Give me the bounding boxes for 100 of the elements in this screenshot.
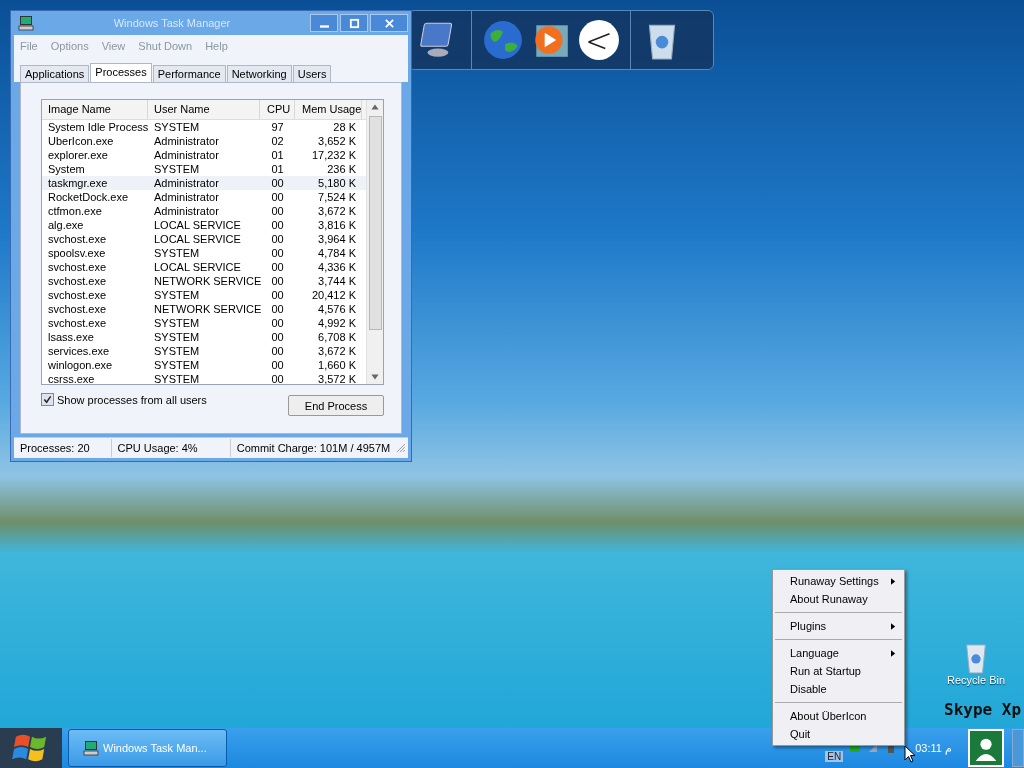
- process-row[interactable]: System Idle Process SYSTEM 97 28 K: [42, 120, 366, 134]
- table-cell-text: 4,336 K: [317, 260, 357, 274]
- table-cell-text: SYSTEM: [153, 330, 201, 344]
- window-title: Windows Task Manager: [112, 17, 232, 29]
- menu-item[interactable]: Quit: [773, 725, 904, 743]
- tab[interactable]: Processes: [90, 63, 152, 83]
- menu-item[interactable]: Disable: [773, 680, 904, 698]
- globe-icon[interactable]: [482, 19, 524, 61]
- table-cell-text: Administrator: [153, 176, 220, 190]
- table-cell-text: lsass.exe: [47, 330, 95, 344]
- table-cell-text: svchost.exe: [47, 316, 108, 330]
- computer-icon: [83, 740, 99, 756]
- close-button[interactable]: [370, 14, 408, 32]
- table-cell-text: svchost.exe: [47, 288, 108, 302]
- table-cell-text: 01: [270, 148, 285, 162]
- minimize-icon: [319, 24, 329, 28]
- table-cell-text: 6,708 K: [317, 330, 357, 344]
- process-row[interactable]: svchost.exe SYSTEM 00 20,412 K: [42, 288, 366, 302]
- process-row[interactable]: RocketDock.exe Administrator 00 7,524 K: [42, 190, 366, 204]
- table-cell-text: 7,524 K: [317, 190, 357, 204]
- process-row[interactable]: explorer.exe Administrator 01 17,232 K: [42, 148, 366, 162]
- user-avatar[interactable]: [968, 729, 1004, 767]
- menu-item[interactable]: About ÜberIcon: [773, 707, 904, 725]
- clock-icon[interactable]: [578, 19, 620, 61]
- table-cell-text: SYSTEM: [153, 358, 201, 372]
- process-row[interactable]: svchost.exe LOCAL SERVICE 00 4,336 K: [42, 260, 366, 274]
- status-text: Processes: 20: [14, 439, 112, 457]
- menu-item[interactable]: Plugins: [773, 617, 904, 635]
- column-header[interactable]: Mem Usage: [295, 100, 362, 119]
- table-cell-text: SYSTEM: [153, 316, 201, 330]
- table-cell-text: 00: [270, 330, 285, 344]
- table-cell-text: LOCAL SERVICE: [153, 218, 242, 232]
- start-button[interactable]: [0, 728, 62, 768]
- table-cell-text: 00: [270, 232, 285, 246]
- process-row[interactable]: spoolsv.exe SYSTEM 00 4,784 K: [42, 246, 366, 260]
- table-cell-text: 00: [270, 358, 285, 372]
- table-cell-text: 3,964 K: [317, 232, 357, 246]
- status-text: CPU Usage: 4%: [111, 439, 231, 457]
- scrollbar[interactable]: [366, 100, 383, 384]
- table-cell-text: 00: [270, 190, 285, 204]
- tab[interactable]: Performance: [152, 65, 226, 82]
- table-cell-text: Administrator: [153, 148, 220, 162]
- column-header[interactable]: User Name: [148, 100, 260, 119]
- process-row[interactable]: services.exe SYSTEM 00 3,672 K: [42, 344, 366, 358]
- table-cell-text: 00: [270, 372, 285, 384]
- process-row[interactable]: svchost.exe LOCAL SERVICE 00 3,964 K: [42, 232, 366, 246]
- maximize-button[interactable]: [340, 14, 368, 32]
- language-indicator[interactable]: EN: [825, 750, 844, 762]
- scrollbar-thumb[interactable]: [368, 116, 382, 330]
- process-row[interactable]: svchost.exe NETWORK SERVICE 00 4,576 K: [42, 302, 366, 316]
- table-cell-text: svchost.exe: [47, 274, 108, 288]
- table-cell-text: SYSTEM: [153, 372, 201, 384]
- table-cell-text: 3,572 K: [317, 372, 357, 384]
- process-row[interactable]: svchost.exe SYSTEM 00 4,992 K: [42, 316, 366, 330]
- process-row[interactable]: csrss.exe SYSTEM 00 3,572 K: [42, 372, 366, 384]
- table-cell-text: SYSTEM: [153, 288, 201, 302]
- process-row[interactable]: UberIcon.exe Administrator 02 3,652 K: [42, 134, 366, 148]
- column-header[interactable]: CPU: [260, 100, 295, 119]
- table-cell-text: LOCAL SERVICE: [153, 260, 242, 274]
- table-cell-text: NETWORK SERVICE: [153, 302, 260, 316]
- table-cell-text: System: [47, 162, 86, 176]
- process-row[interactable]: System SYSTEM 01 236 K: [42, 162, 366, 176]
- process-row[interactable]: ctfmon.exe Administrator 00 3,672 K: [42, 204, 366, 218]
- table-cell-text: SYSTEM: [153, 246, 201, 260]
- table-cell-text: 97: [270, 120, 285, 134]
- table-cell-text: 00: [270, 302, 285, 316]
- column-header[interactable]: Image Name: [42, 100, 148, 119]
- tab[interactable]: Users: [292, 65, 332, 82]
- menu-item[interactable]: About Runaway: [773, 590, 904, 608]
- checkbox[interactable]: [41, 393, 54, 406]
- table-cell-text: NETWORK SERVICE: [153, 274, 260, 288]
- table-cell-text: SYSTEM: [153, 344, 201, 358]
- table-cell-text: taskmgr.exe: [47, 176, 109, 190]
- table-cell-text: 02: [270, 134, 285, 148]
- tab[interactable]: Networking: [226, 65, 292, 82]
- table-cell-text: svchost.exe: [47, 232, 108, 246]
- table-cell-text: winlogon.exe: [47, 358, 114, 372]
- table-cell-text: 20,412 K: [310, 288, 357, 302]
- close-icon: [383, 17, 395, 29]
- table-cell-text: 3,744 K: [317, 274, 357, 288]
- submenu-arrow-icon: [891, 577, 896, 585]
- tab[interactable]: Applications: [20, 65, 90, 82]
- process-row[interactable]: alg.exe LOCAL SERVICE 00 3,816 K: [42, 218, 366, 232]
- table-cell-text: Administrator: [153, 204, 220, 218]
- menu-item[interactable]: Run at Startup: [773, 662, 904, 680]
- menu-item[interactable]: Runaway Settings: [773, 572, 904, 590]
- table-cell-text: LOCAL SERVICE: [153, 232, 242, 246]
- process-row[interactable]: taskmgr.exe Administrator 00 5,180 K: [42, 176, 366, 190]
- checkbox-label: Show processes from all users: [57, 393, 207, 406]
- process-row[interactable]: lsass.exe SYSTEM 00 6,708 K: [42, 330, 366, 344]
- mouse-cursor-icon: [904, 745, 916, 763]
- table-cell-text: 00: [270, 316, 285, 330]
- menu-item[interactable]: Language: [773, 644, 904, 662]
- table-cell-text: svchost.exe: [47, 260, 108, 274]
- process-row[interactable]: svchost.exe NETWORK SERVICE 00 3,744 K: [42, 274, 366, 288]
- process-row[interactable]: winlogon.exe SYSTEM 00 1,660 K: [42, 358, 366, 372]
- end-process-button[interactable]: End Process: [288, 395, 384, 416]
- resize-grip-icon[interactable]: [396, 443, 406, 453]
- clock-text: 03:11 م: [915, 741, 952, 755]
- table-cell-text: SYSTEM: [153, 162, 201, 176]
